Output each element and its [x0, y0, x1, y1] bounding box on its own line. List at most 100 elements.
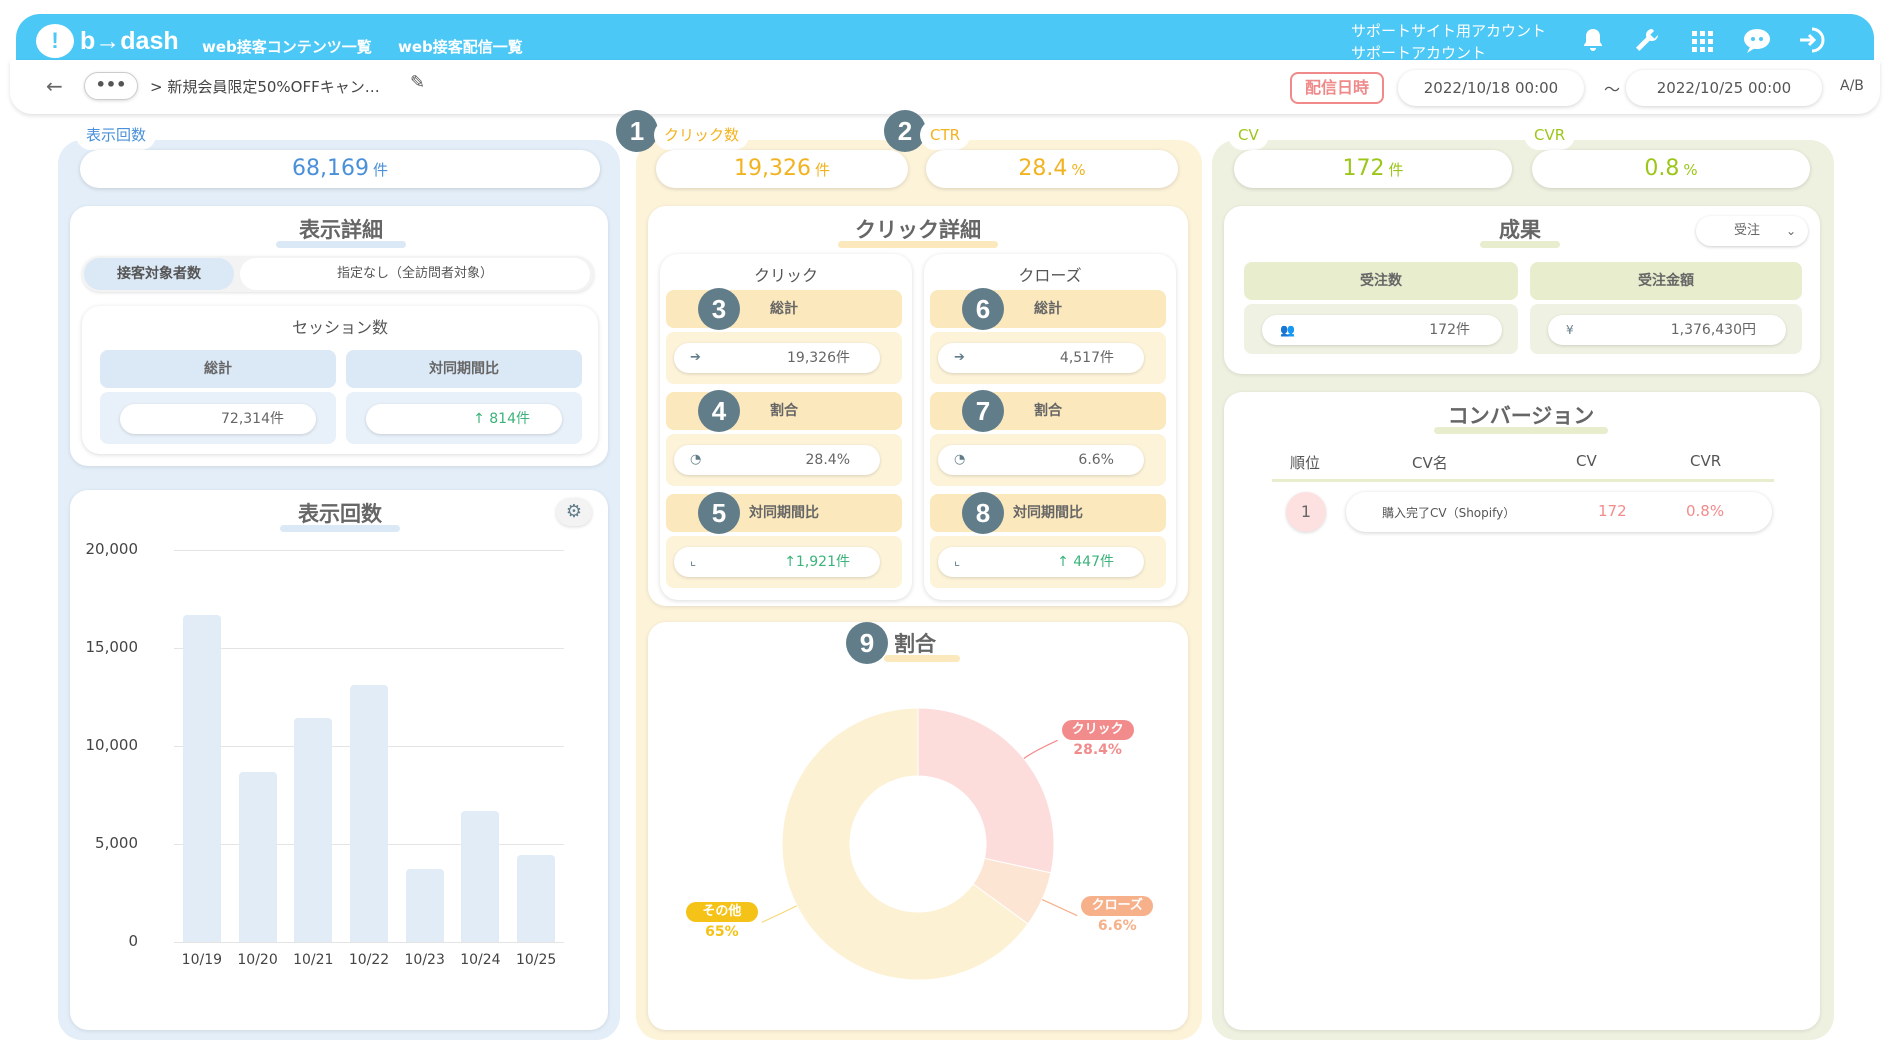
- clicks-kpi: 19,326 件: [656, 150, 908, 188]
- marker-7: 7: [962, 390, 1004, 432]
- cv-value: 172: [1342, 156, 1385, 181]
- chart-settings-gear-icon[interactable]: ⚙: [556, 498, 592, 526]
- nav-web-delivery-list[interactable]: web接客配信一覧: [398, 36, 523, 57]
- click-detail-title-text: クリック詳細: [855, 218, 981, 242]
- pie-icon: ◔: [690, 452, 702, 467]
- y-tick-label: 0: [128, 932, 138, 950]
- conversion-row[interactable]: 購入完了CV（Shopify） 172 0.8%: [1346, 492, 1772, 532]
- money-icon: ¥: [1566, 323, 1574, 337]
- pie-label: クローズ: [1081, 895, 1154, 916]
- click-row-value: ◔ 28.4%: [674, 445, 880, 475]
- exit-icon: ➔: [954, 350, 965, 365]
- marker-9: 9: [846, 622, 888, 664]
- x-tick-label: 10/19: [181, 952, 223, 968]
- click-card-title: クリック: [753, 266, 818, 285]
- col-cv-name: CV名: [1412, 454, 1448, 472]
- impressions-kpi: 68,169 件: [80, 150, 600, 188]
- target-count-tab[interactable]: 接客対象者数: [84, 258, 234, 290]
- marker-5: 5: [698, 492, 740, 534]
- rank-badge: 1: [1286, 492, 1326, 532]
- end-date-field[interactable]: 2022/10/25 00:00: [1626, 70, 1822, 106]
- nav-web-content-list[interactable]: web接客コンテンツ一覧: [202, 36, 372, 57]
- pencil-icon[interactable]: ✎: [410, 72, 425, 93]
- ratio-panel: [648, 622, 1188, 1030]
- session-yoy-header: 対同期間比: [346, 350, 582, 388]
- session-title: セッション数: [291, 318, 388, 337]
- orders-header: 受注数: [1244, 262, 1518, 300]
- results-select[interactable]: 受注 ⌄: [1696, 216, 1808, 246]
- results-title-text: 成果: [1499, 218, 1541, 242]
- cvr-value: 0.8: [1644, 156, 1680, 181]
- bar[interactable]: [182, 614, 221, 942]
- marker-1: 1: [616, 110, 658, 152]
- chart-line-icon: ⌞: [690, 554, 697, 569]
- impressions-value: 68,169: [292, 156, 369, 181]
- conversion-cvr: 0.8%: [1686, 502, 1725, 520]
- grid-icon[interactable]: [1684, 26, 1722, 64]
- logo-text: b→dash: [80, 26, 179, 55]
- pie-value-label: 28.4%: [1073, 742, 1122, 759]
- start-date-field[interactable]: 2022/10/18 00:00: [1398, 70, 1584, 106]
- impressions-tag: 表示回数: [76, 120, 157, 150]
- impressions-chart-title-text: 表示回数: [298, 502, 382, 526]
- close-row-value-text: 6.6%: [1078, 452, 1114, 468]
- account-line-1: サポートサイト用アカウント: [1351, 22, 1547, 40]
- pie-label: クリック: [1061, 720, 1134, 741]
- exit-icon: ➔: [690, 350, 701, 365]
- account-info[interactable]: サポートサイト用アカウント サポートアカウント: [1351, 20, 1546, 64]
- cvr-kpi: 0.8%: [1532, 150, 1810, 188]
- x-tick-label: 10/22: [348, 952, 390, 968]
- back-arrow-icon[interactable]: ←: [46, 74, 63, 98]
- breadcrumb[interactable]: > 新規会員限定50%OFFキャン…: [150, 76, 380, 97]
- cv-kpi: 172 件: [1234, 150, 1512, 188]
- ratio-title: 割合: [884, 628, 960, 662]
- gridline: [174, 942, 564, 943]
- click-row-value-text: ↑1,921件: [784, 554, 850, 570]
- sub-bar: ← ••• > 新規会員限定50%OFFキャン… ✎ 配信日時 2022/10/…: [10, 60, 1880, 114]
- bar[interactable]: [461, 810, 500, 942]
- logo[interactable]: ! b→dash: [36, 24, 179, 58]
- conversion-title: コンバージョン: [1434, 400, 1608, 434]
- target-condition[interactable]: 指定なし（全訪問者対象）: [240, 258, 590, 290]
- x-tick-label: 10/23: [404, 952, 445, 968]
- wrench-icon[interactable]: [1628, 26, 1666, 64]
- bar[interactable]: [517, 854, 556, 942]
- click-row-value: ➔ 19,326件: [674, 343, 880, 373]
- cvr-tag: CVR: [1524, 120, 1576, 150]
- conversion-table-header: 順位 CV名 CV CVR: [1272, 452, 1774, 482]
- results-select-value: 受注: [1734, 223, 1761, 238]
- cv-tag: CV: [1228, 120, 1269, 150]
- click-row-value-text: 28.4%: [805, 452, 850, 468]
- more-button[interactable]: •••: [84, 72, 138, 100]
- conversion-cv: 172: [1598, 502, 1627, 520]
- session-total-header: 総計: [100, 350, 336, 388]
- users-icon: 👥: [1280, 323, 1295, 337]
- logout-icon[interactable]: [1794, 26, 1832, 64]
- clicks-unit: 件: [814, 161, 830, 179]
- bar[interactable]: [238, 772, 277, 942]
- order-amount-header: 受注金額: [1530, 262, 1802, 300]
- logo-icon: !: [36, 24, 74, 58]
- y-tick-label: 15,000: [85, 638, 139, 656]
- bar[interactable]: [350, 685, 388, 942]
- chevron-down-icon: ⌄: [1785, 224, 1796, 238]
- impressions-chart-title: 表示回数: [280, 498, 400, 532]
- bar[interactable]: [294, 717, 333, 942]
- chat-icon[interactable]: [1738, 26, 1776, 64]
- y-tick-label: 10,000: [85, 736, 139, 754]
- ratio-title-text: 割合: [894, 632, 936, 656]
- marker-4: 4: [698, 390, 740, 432]
- pie-label: その他: [685, 902, 758, 923]
- bell-icon[interactable]: [1574, 26, 1612, 64]
- x-tick-label: 10/21: [293, 952, 334, 968]
- bar[interactable]: [405, 869, 444, 942]
- results-title: 成果: [1480, 214, 1560, 248]
- ab-toggle[interactable]: A/B: [1840, 78, 1864, 94]
- close-row-value-text: ↑ 447件: [1057, 554, 1114, 570]
- marker-8: 8: [962, 492, 1004, 534]
- close-row-value-text: 4,517件: [1059, 350, 1114, 366]
- x-tick-label: 10/25: [515, 952, 557, 968]
- close-card-title: クローズ: [1018, 266, 1082, 285]
- display-detail-title: 表示詳細: [276, 214, 406, 248]
- impressions-chart-panel: [70, 490, 608, 1030]
